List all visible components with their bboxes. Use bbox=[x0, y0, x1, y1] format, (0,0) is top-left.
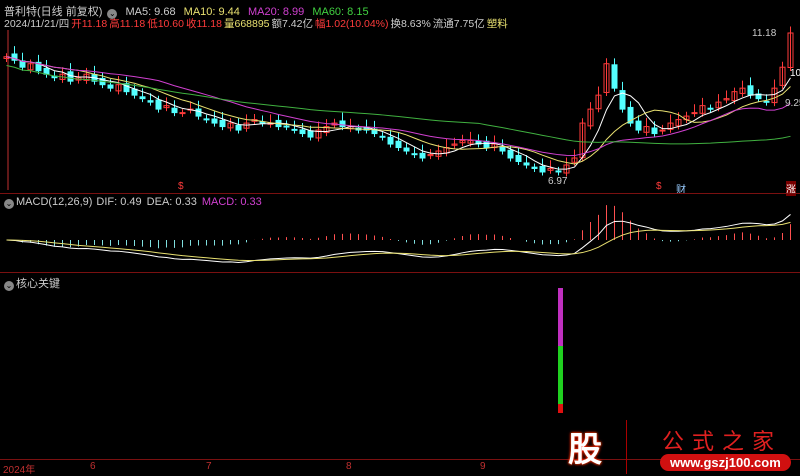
candle bbox=[395, 140, 402, 149]
macd-title[interactable]: MACD(12,26,9) bbox=[16, 196, 92, 208]
signal-bar-bottom bbox=[558, 404, 563, 413]
logo-glyph: 股 bbox=[568, 431, 602, 469]
event-marker[interactable]: $ bbox=[178, 181, 184, 192]
chevron-down-icon[interactable]: ⌄ bbox=[4, 281, 14, 291]
candle bbox=[179, 112, 186, 115]
candle bbox=[107, 84, 114, 89]
signal-bar-mid bbox=[558, 346, 563, 404]
macd-value: MACD: 0.33 bbox=[201, 196, 262, 208]
candle bbox=[283, 125, 290, 128]
dea-line bbox=[6, 221, 791, 262]
dea-value: DEA: 0.33 bbox=[146, 196, 197, 208]
candle bbox=[419, 152, 426, 159]
candle bbox=[211, 118, 218, 124]
chevron-down-icon[interactable]: ⌄ bbox=[4, 199, 14, 209]
candle bbox=[219, 119, 226, 128]
price-axis-label: 10 bbox=[790, 68, 800, 79]
candle bbox=[515, 154, 522, 162]
divider bbox=[0, 193, 800, 194]
candle bbox=[531, 166, 538, 169]
macd-header: ⌄ MACD(12,26,9) DIF: 0.49 DEA: 0.33 MACD: 0.… bbox=[4, 196, 267, 209]
price-chart[interactable] bbox=[0, 0, 800, 474]
candle bbox=[147, 100, 154, 103]
event-marker[interactable]: $ bbox=[656, 181, 662, 192]
candle bbox=[707, 107, 714, 110]
candle bbox=[411, 153, 418, 156]
low-price-label: 6.97 bbox=[548, 176, 568, 187]
axis-label: 8 bbox=[346, 461, 352, 472]
candle bbox=[195, 108, 202, 117]
candle bbox=[155, 99, 162, 110]
candle bbox=[659, 129, 666, 132]
dif-line bbox=[6, 214, 791, 263]
candle bbox=[611, 64, 618, 89]
candle bbox=[691, 112, 698, 115]
watermark-logo: 股 公式之家 www.gszj100.com bbox=[560, 420, 800, 474]
candle bbox=[203, 118, 210, 121]
candle bbox=[235, 124, 242, 131]
candle bbox=[171, 107, 178, 114]
candle bbox=[131, 88, 138, 96]
candle bbox=[539, 165, 546, 173]
price-axis-label-2: 9.25 bbox=[785, 98, 800, 109]
axis-label: 9 bbox=[480, 461, 486, 472]
signal-bar-top bbox=[558, 288, 563, 346]
axis-label: 6 bbox=[90, 461, 96, 472]
candle bbox=[499, 146, 506, 152]
logo-name: 公式之家 bbox=[662, 430, 783, 455]
candle bbox=[379, 135, 386, 138]
candle bbox=[507, 149, 514, 159]
candle bbox=[635, 120, 642, 131]
candle bbox=[291, 128, 298, 131]
candle bbox=[387, 136, 394, 145]
high-price-label: 11.18 bbox=[752, 28, 777, 39]
candle bbox=[307, 130, 314, 138]
indicator-header: ⌄ 核心关键 bbox=[4, 275, 65, 291]
logo-url: www.gszj100.com bbox=[660, 454, 791, 471]
candle bbox=[763, 100, 770, 103]
candle bbox=[299, 129, 306, 135]
candle bbox=[523, 162, 530, 166]
candle bbox=[339, 120, 346, 128]
candle bbox=[403, 147, 410, 152]
candle bbox=[139, 96, 146, 100]
candle bbox=[747, 85, 754, 96]
candle bbox=[651, 127, 658, 135]
indicator-title[interactable]: 核心关键 bbox=[16, 278, 60, 290]
candle bbox=[67, 71, 74, 82]
dif-value: DIF: 0.49 bbox=[96, 196, 142, 208]
candle bbox=[555, 170, 562, 173]
axis-label: 7 bbox=[206, 461, 212, 472]
divider bbox=[0, 272, 800, 273]
